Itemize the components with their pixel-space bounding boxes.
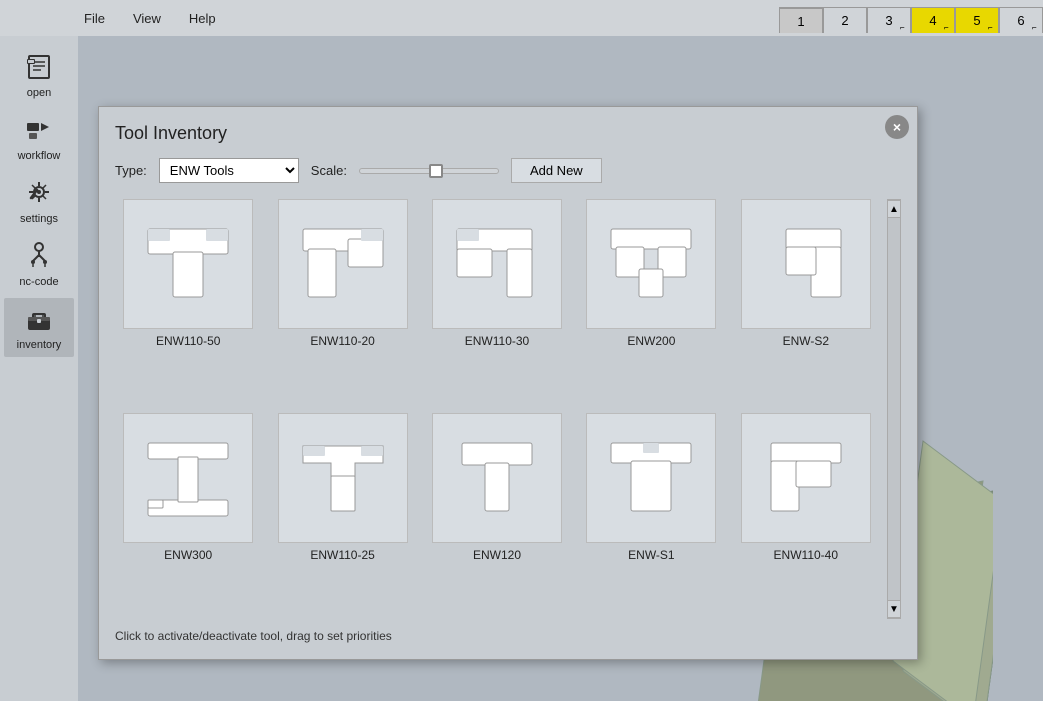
tool-shape-enw120	[432, 413, 562, 543]
tool-shape-enw110-25	[278, 413, 408, 543]
menu-help[interactable]: Help	[185, 9, 220, 28]
tool-name-enw110-30: ENW110-30	[465, 334, 529, 348]
tool-inventory-dialog: × Tool Inventory Type: ENW Tools Standar…	[98, 106, 918, 660]
tool-name-enw120: ENW120	[473, 548, 521, 562]
tool-name-enw300: ENW300	[164, 548, 212, 562]
sidebar-settings-label: settings	[20, 213, 58, 225]
tool-cell-enw300[interactable]: ENW300	[115, 413, 261, 619]
tools-grid: ENW110-50 ENW110-20	[115, 199, 879, 619]
scale-thumb[interactable]	[429, 164, 443, 178]
settings-icon	[25, 178, 53, 210]
dialog-toolbar: Type: ENW Tools Standard Tools Custom To…	[115, 158, 901, 183]
tool-cell-enw110-20[interactable]: ENW110-20	[269, 199, 415, 405]
dialog-scrollbar: ▲ ▼	[887, 199, 901, 619]
tab-6-flag: ⌐	[1032, 23, 1040, 31]
scrollbar-down-arrow[interactable]: ▼	[887, 600, 901, 618]
tool-cell-enw200[interactable]: ENW200	[578, 199, 724, 405]
tab-4-flag: ⌐	[944, 23, 952, 31]
dialog-close-button[interactable]: ×	[885, 115, 909, 139]
open-icon	[25, 52, 53, 84]
tool-name-enw110-20: ENW110-20	[310, 334, 374, 348]
dialog-title: Tool Inventory	[115, 123, 901, 144]
scale-slider[interactable]	[359, 168, 499, 174]
tab-3-flag: ⌐	[900, 23, 908, 31]
scrollbar-track	[888, 218, 900, 600]
sidebar-item-inventory[interactable]: inventory	[4, 298, 74, 357]
tool-cell-enw-s1[interactable]: ENW-S1	[578, 413, 724, 619]
tool-shape-enw300	[123, 413, 253, 543]
scale-label: Scale:	[311, 163, 347, 178]
tool-shape-enw110-20	[278, 199, 408, 329]
tab-4[interactable]: 4 ⌐	[911, 7, 955, 33]
sidebar-workflow-label: workflow	[18, 150, 61, 162]
sidebar: open workflow	[0, 36, 78, 701]
tool-cell-enw120[interactable]: ENW120	[424, 413, 570, 619]
tool-cell-enw110-50[interactable]: ENW110-50	[115, 199, 261, 405]
tool-name-enw-s2: ENW-S2	[783, 334, 829, 348]
tool-name-enw110-25: ENW110-25	[310, 548, 374, 562]
main-area: × Tool Inventory Type: ENW Tools Standar…	[78, 36, 1043, 701]
tool-shape-enw200	[586, 199, 716, 329]
tool-cell-enw-s2[interactable]: ENW-S2	[733, 199, 879, 405]
sidebar-item-settings[interactable]: settings	[4, 172, 74, 231]
tab-5-flag: ⌐	[988, 23, 996, 31]
tool-shape-enw110-30	[432, 199, 562, 329]
dialog-scroll-area: ENW110-50 ENW110-20	[115, 199, 901, 619]
menu-file[interactable]: File	[80, 9, 109, 28]
add-new-button[interactable]: Add New	[511, 158, 602, 183]
sidebar-item-nc-code[interactable]: nc-code	[4, 235, 74, 294]
type-select[interactable]: ENW Tools Standard Tools Custom Tools	[159, 158, 299, 183]
tool-cell-enw110-40[interactable]: ENW110-40	[733, 413, 879, 619]
tool-name-enw-s1: ENW-S1	[628, 548, 674, 562]
tool-cell-enw110-25[interactable]: ENW110-25	[269, 413, 415, 619]
dialog-hint: Click to activate/deactivate tool, drag …	[115, 629, 901, 643]
menu-view[interactable]: View	[129, 9, 165, 28]
tool-name-enw200: ENW200	[627, 334, 675, 348]
tool-name-enw110-50: ENW110-50	[156, 334, 220, 348]
tool-shape-enw-s1	[586, 413, 716, 543]
tool-shape-enw110-50	[123, 199, 253, 329]
scrollbar-up-arrow[interactable]: ▲	[887, 200, 901, 218]
sidebar-inventory-label: inventory	[17, 339, 62, 351]
menu-bar: File View Help 1 2 3 ⌐ 4 ⌐ 5 ⌐ 6 ⌐	[0, 0, 1043, 36]
sidebar-open-label: open	[27, 87, 51, 99]
inventory-icon	[25, 304, 53, 336]
tool-shape-enw110-40	[741, 413, 871, 543]
tab-5[interactable]: 5 ⌐	[955, 7, 999, 33]
tab-3[interactable]: 3 ⌐	[867, 7, 911, 33]
tool-cell-enw110-30[interactable]: ENW110-30	[424, 199, 570, 405]
tab-6[interactable]: 6 ⌐	[999, 7, 1043, 33]
sidebar-item-open[interactable]: open	[4, 46, 74, 105]
sidebar-nc-code-label: nc-code	[19, 276, 58, 288]
nc-code-icon	[25, 241, 53, 273]
workflow-icon	[25, 115, 53, 147]
type-label: Type:	[115, 163, 147, 178]
sidebar-item-workflow[interactable]: workflow	[4, 109, 74, 168]
tab-1[interactable]: 1	[779, 7, 823, 33]
tool-name-enw110-40: ENW110-40	[774, 548, 838, 562]
tab-2[interactable]: 2	[823, 7, 867, 33]
tab-bar: 1 2 3 ⌐ 4 ⌐ 5 ⌐ 6 ⌐	[779, 3, 1043, 33]
tool-shape-enw-s2	[741, 199, 871, 329]
